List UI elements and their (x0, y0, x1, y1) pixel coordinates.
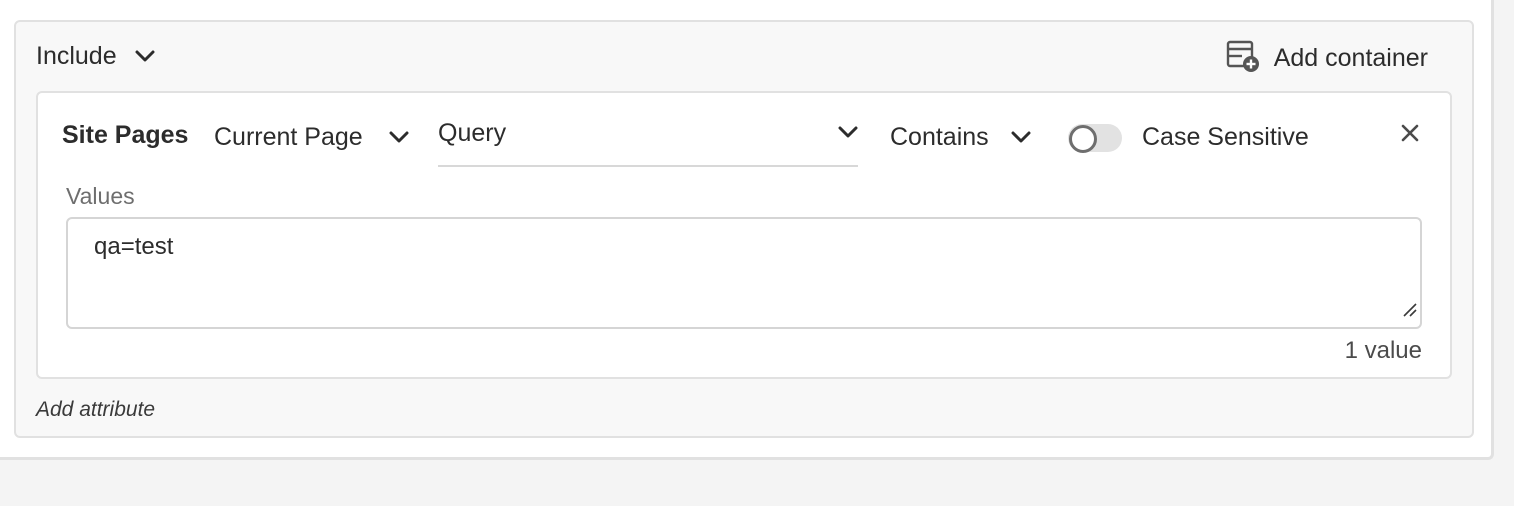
field-dropdown[interactable]: Query (438, 113, 858, 167)
field-dropdown-label: Query (438, 119, 507, 147)
values-label: Values (66, 183, 135, 209)
include-label: Include (36, 41, 117, 70)
values-text: qa=test (94, 233, 174, 260)
case-sensitive-toggle[interactable] (1068, 124, 1122, 153)
include-dropdown[interactable]: Include (36, 38, 155, 74)
rule-card: Site Pages Current Page Query Contains C… (36, 91, 1452, 379)
add-container-label: Add container (1273, 43, 1428, 72)
close-icon (1401, 124, 1419, 147)
value-count: 1 value (1344, 337, 1422, 364)
toggle-knob (1069, 125, 1097, 153)
include-container: Include Add container Site Pages Current… (14, 20, 1474, 438)
chevron-down-icon (389, 130, 409, 144)
resize-handle-icon[interactable] (1400, 297, 1418, 325)
values-textarea[interactable]: qa=test (66, 217, 1422, 329)
attribute-name: Site Pages (62, 121, 189, 149)
scope-dropdown[interactable]: Current Page (214, 117, 409, 157)
case-sensitive-label: Case Sensitive (1142, 123, 1309, 151)
operator-dropdown-label: Contains (890, 122, 989, 151)
add-attribute-link[interactable]: Add attribute (36, 398, 155, 422)
chevron-down-icon (1011, 130, 1031, 144)
segment-panel: Include Add container Site Pages Current… (0, 0, 1494, 460)
add-container-icon (1226, 39, 1260, 78)
scope-dropdown-label: Current Page (214, 122, 363, 151)
rule-row: Site Pages Current Page Query Contains C… (38, 93, 1450, 183)
add-container-button[interactable]: Add container (1226, 40, 1428, 76)
operator-dropdown[interactable]: Contains (890, 117, 1031, 157)
remove-rule-button[interactable] (1398, 123, 1422, 147)
chevron-down-icon (838, 125, 858, 139)
chevron-down-icon (135, 49, 155, 63)
